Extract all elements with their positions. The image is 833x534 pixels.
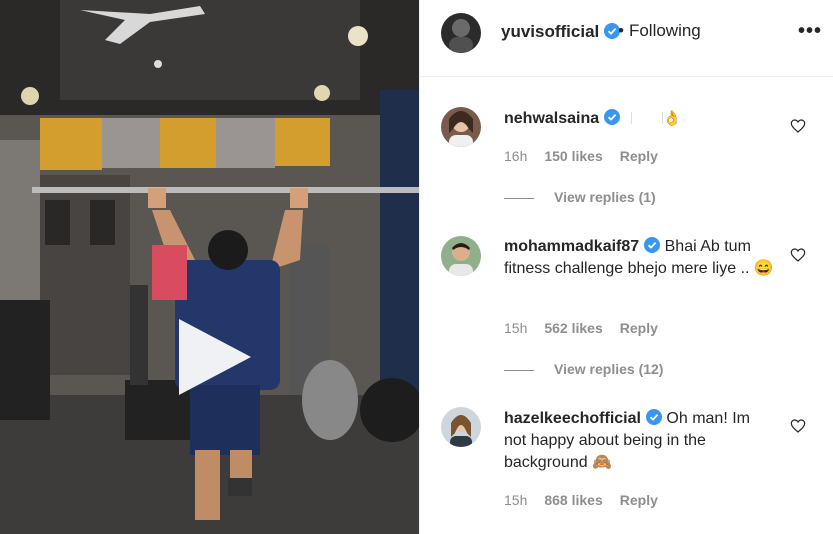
view-replies-label: View replies (1) [554,189,656,205]
verified-badge-icon [645,409,662,425]
separator-dot: • [618,21,624,40]
replies-divider [504,369,534,371]
comment-time[interactable]: 16h [504,148,527,164]
comment-time[interactable]: 15h [504,320,527,336]
commenter-avatar[interactable] [441,407,481,447]
reply-button[interactable]: Reply [620,320,658,336]
ok-hand-icon: 👌 [662,110,682,127]
video-player[interactable] [0,0,419,534]
like-heart-icon[interactable] [790,418,806,434]
reply-button[interactable]: Reply [620,492,658,508]
like-heart-icon[interactable] [790,118,806,134]
comment-meta: 16h 150 likes Reply [504,148,675,164]
comment-meta: 15h 562 likes Reply [504,320,675,336]
commenter-avatar[interactable] [441,236,481,276]
following-label: Following [628,21,701,40]
view-replies-button[interactable]: View replies (1) [504,189,656,205]
like-heart-icon[interactable] [790,247,806,263]
emoji-placeholder-icon [630,112,663,124]
comment-meta: 15h 868 likes Reply [504,492,675,508]
view-replies-button[interactable]: View replies (12) [504,361,663,377]
verified-badge-icon [604,109,621,125]
replies-divider [504,197,534,199]
author-username[interactable]: yuvisofficial [501,22,599,41]
more-options-icon[interactable]: ••• [798,20,822,43]
view-replies-label: View replies (12) [554,361,664,377]
post-side-panel: yuvisofficial • Following ••• nehwalsaina… [419,0,833,534]
following-button[interactable]: • Following [618,21,701,41]
comment-likes[interactable]: 562 likes [544,320,602,336]
comment-time[interactable]: 15h [504,492,527,508]
post-header: yuvisofficial • Following ••• [420,0,833,77]
commenter-username[interactable]: mohammadkaif87 [504,238,639,255]
verified-badge-icon [644,237,661,253]
play-icon[interactable] [177,317,253,397]
gym-video-frame [0,0,419,534]
commenter-username[interactable]: hazelkeechofficial [504,410,641,427]
comment-likes[interactable]: 868 likes [544,492,602,508]
commenter-username[interactable]: nehwalsaina [504,110,599,127]
commenter-avatar[interactable] [441,107,481,147]
comment-likes[interactable]: 150 likes [544,148,602,164]
reply-button[interactable]: Reply [620,148,658,164]
author-avatar[interactable] [441,13,481,53]
